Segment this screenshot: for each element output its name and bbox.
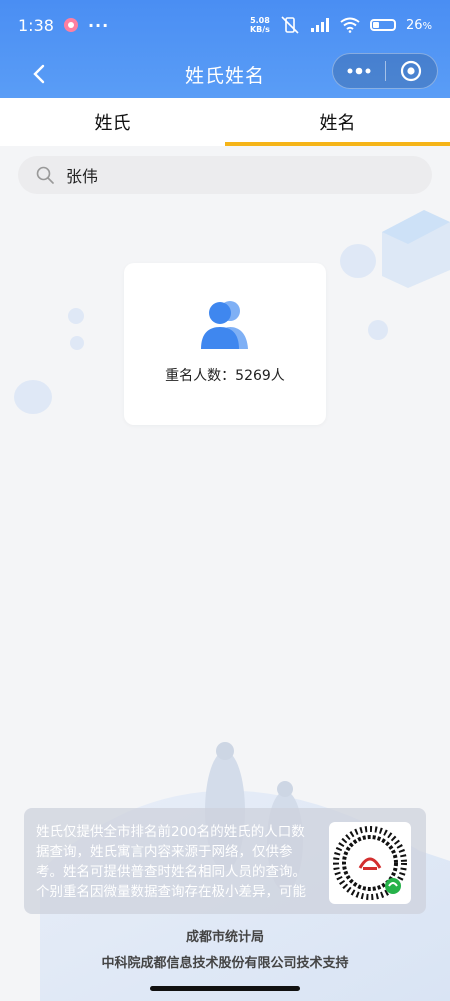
footer-tech-support: 中科院成都信息技术股份有限公司技术支持 xyxy=(101,956,349,971)
bg-bubble xyxy=(368,320,388,340)
header: 1:38 ··· 5.08 KB/s 26% 姓氏姓名 xyxy=(0,0,450,98)
notification-icon xyxy=(63,18,78,32)
chevron-left-icon[interactable] xyxy=(28,62,52,86)
search-icon xyxy=(36,166,54,184)
status-overflow: ··· xyxy=(87,15,110,35)
vibrate-off-icon xyxy=(281,16,299,34)
net-speed: 5.08 KB/s xyxy=(250,16,270,34)
battery-suffix: % xyxy=(422,20,432,32)
target-circle-icon xyxy=(401,60,422,82)
users-icon xyxy=(201,301,248,349)
signal-icon xyxy=(310,18,329,32)
battery-icon xyxy=(369,19,396,31)
mini-program-capsule xyxy=(332,53,438,89)
footer-organization: 成都市统计局 xyxy=(185,930,264,945)
more-dots-icon xyxy=(347,67,371,75)
status-bar: 1:38 ··· 5.08 KB/s 26% xyxy=(0,0,450,50)
bg-bubble xyxy=(68,308,84,324)
net-speed-value: 5.08 xyxy=(250,16,270,25)
notice-text: 姓氏仅提供全市排名前200名的姓氏的人口数据查询，姓氏寓言内容来源于网络，仅供参… xyxy=(36,824,306,900)
close-button[interactable] xyxy=(386,54,438,88)
bg-bubble xyxy=(70,336,84,350)
search-bar[interactable] xyxy=(18,156,432,194)
battery-value: 26 xyxy=(405,17,423,33)
content-area: 重名人数：5269人 姓氏仅提供全市排名前200名的姓氏的人口数据查询，姓氏寓言… xyxy=(0,204,450,1001)
duplicate-name-count: 重名人数：5269人 xyxy=(165,368,285,384)
bg-bubble xyxy=(340,244,376,278)
net-speed-unit: KB/s xyxy=(249,25,270,34)
search-input[interactable] xyxy=(64,164,388,186)
mini-program-code[interactable] xyxy=(329,822,411,904)
tab-fullname[interactable]: 姓名 xyxy=(225,98,450,146)
wifi-icon xyxy=(340,17,360,33)
search-area xyxy=(0,146,450,204)
qr-code-icon xyxy=(333,826,407,900)
result-card: 重名人数：5269人 xyxy=(124,263,326,425)
bg-bubble xyxy=(14,380,52,414)
bg-cube xyxy=(382,210,450,288)
tab-surname[interactable]: 姓氏 xyxy=(0,98,225,146)
tab-bar: 姓氏 姓名 xyxy=(0,98,450,146)
status-time: 1:38 xyxy=(18,15,54,35)
notice-panel: 姓氏仅提供全市排名前200名的姓氏的人口数据查询，姓氏寓言内容来源于网络，仅供参… xyxy=(24,808,426,914)
home-indicator[interactable] xyxy=(150,986,300,991)
battery-level: 26% xyxy=(406,18,432,33)
more-button[interactable] xyxy=(333,54,385,88)
page-title: 姓氏姓名 xyxy=(184,64,265,87)
nav-bar: 姓氏姓名 xyxy=(0,50,450,98)
